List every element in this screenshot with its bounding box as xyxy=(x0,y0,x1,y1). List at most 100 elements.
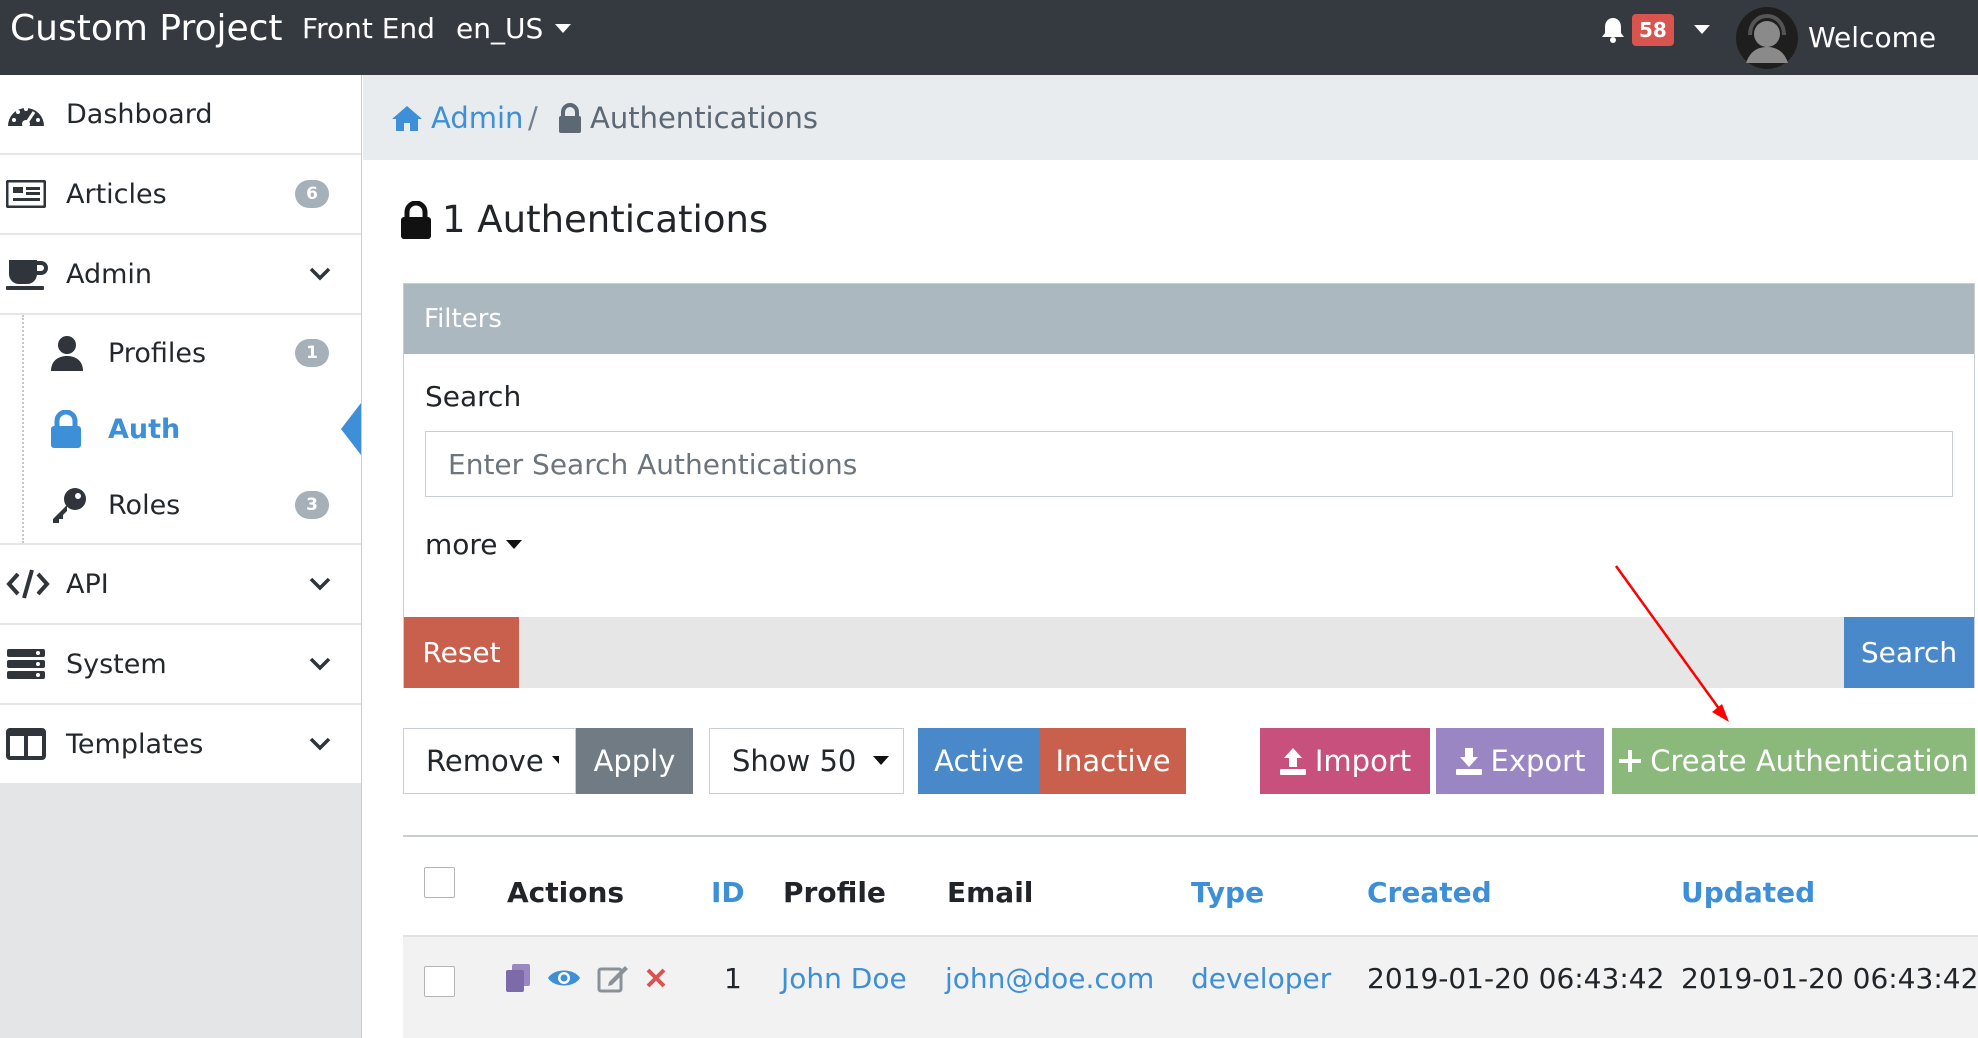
sidebar-item-label: API xyxy=(66,568,109,600)
cell-profile-link[interactable]: John Doe xyxy=(781,962,907,995)
reset-button[interactable]: Reset xyxy=(404,617,519,688)
caret-down-icon xyxy=(505,539,522,549)
sidebar-item-label: Templates xyxy=(66,728,204,760)
coffee-icon xyxy=(6,260,48,290)
active-indicator xyxy=(341,403,361,455)
count-badge: 3 xyxy=(295,491,329,519)
export-label: Export xyxy=(1490,744,1586,778)
admin-submenu: Profiles 1 Auth Roles 3 xyxy=(0,315,361,545)
sidebar-item-label: Admin xyxy=(66,258,153,290)
chevron-down-icon xyxy=(309,737,331,751)
count-badge: 1 xyxy=(295,339,329,367)
more-filters-toggle[interactable]: more xyxy=(425,528,522,561)
row-checkbox[interactable] xyxy=(424,966,455,997)
bulk-action-value: Remove xyxy=(426,744,544,778)
sidebar-item-dashboard[interactable]: Dashboard xyxy=(0,75,361,155)
sidebar-item-admin[interactable]: Admin xyxy=(0,235,361,315)
page-size-select[interactable]: Show 50 xyxy=(709,728,904,794)
chevron-down-icon xyxy=(309,657,331,671)
sidebar-item-auth[interactable]: Auth xyxy=(0,391,361,467)
sidebar-item-label: Dashboard xyxy=(66,98,213,130)
caret-down-icon xyxy=(873,756,889,765)
divider xyxy=(403,835,1978,837)
page-title: 1 Authentications xyxy=(400,198,768,241)
brand-title[interactable]: Custom Project xyxy=(10,8,283,49)
notifications-button[interactable]: 58 xyxy=(1600,14,1710,46)
welcome-label: Welcome xyxy=(1808,21,1937,54)
filters-footer: Reset Search xyxy=(404,617,1974,688)
cell-email-link[interactable]: john@doe.com xyxy=(945,962,1154,995)
sidebar-item-label: Articles xyxy=(66,178,167,210)
sidebar: Dashboard Articles 6 Admin Profiles 1 Au… xyxy=(0,75,362,1038)
page-title-text: 1 Authentications xyxy=(442,198,769,241)
download-icon xyxy=(1455,748,1482,775)
breadcrumb-home-link[interactable]: Admin xyxy=(391,101,523,135)
copy-icon[interactable] xyxy=(505,963,531,993)
caret-down-icon xyxy=(555,23,572,33)
page-size-value: Show 50 xyxy=(732,744,857,778)
search-label: Search xyxy=(425,380,522,413)
user-menu[interactable]: Welcome xyxy=(1736,0,1936,75)
export-button[interactable]: Export xyxy=(1436,728,1604,794)
bell-icon xyxy=(1602,18,1624,43)
top-navbar: Custom Project Front End en_US 58 Welcom… xyxy=(0,0,1978,75)
column-header-updated[interactable]: Updated xyxy=(1681,876,1815,909)
column-header-email: Email xyxy=(947,876,1034,909)
sidebar-item-articles[interactable]: Articles 6 xyxy=(0,155,361,235)
code-icon xyxy=(6,569,50,599)
home-icon xyxy=(392,105,422,131)
breadcrumb: Admin / Authentications xyxy=(363,75,1978,160)
lock-icon xyxy=(401,200,431,239)
chevron-down-icon xyxy=(309,267,331,281)
edit-icon[interactable] xyxy=(597,963,629,993)
eye-icon[interactable] xyxy=(547,966,581,990)
more-label: more xyxy=(425,528,498,561)
sidebar-item-label: System xyxy=(66,648,167,680)
caret-down-icon xyxy=(1693,25,1710,34)
column-header-type[interactable]: Type xyxy=(1191,876,1264,909)
apply-button[interactable]: Apply xyxy=(576,728,693,794)
cell-updated: 2019-01-20 06:43:42 xyxy=(1681,962,1978,995)
sidebar-item-profiles[interactable]: Profiles 1 xyxy=(0,315,361,391)
column-header-id[interactable]: ID xyxy=(711,876,745,909)
plus-icon xyxy=(1619,750,1642,772)
newspaper-icon xyxy=(6,180,46,208)
sidebar-nav: Dashboard Articles 6 Admin Profiles 1 Au… xyxy=(0,75,361,785)
speedometer-icon xyxy=(8,107,44,128)
sidebar-item-label: Roles xyxy=(108,489,181,521)
breadcrumb-current-label: Authentications xyxy=(590,100,818,135)
bulk-action-select[interactable]: Remove xyxy=(403,728,576,794)
sidebar-item-roles[interactable]: Roles 3 xyxy=(0,467,361,543)
column-header-profile: Profile xyxy=(783,876,886,909)
lock-icon xyxy=(559,102,581,133)
server-icon xyxy=(7,649,45,679)
sidebar-item-templates[interactable]: Templates xyxy=(0,705,361,785)
sidebar-item-label: Auth xyxy=(108,413,181,445)
select-all-checkbox[interactable] xyxy=(424,867,455,898)
avatar xyxy=(1736,6,1798,69)
import-label: Import xyxy=(1314,744,1412,778)
breadcrumb-separator: / xyxy=(528,100,538,135)
sidebar-item-api[interactable]: API xyxy=(0,545,361,625)
delete-icon[interactable] xyxy=(645,967,667,989)
active-filter-button[interactable]: Active xyxy=(918,728,1040,794)
column-header-actions: Actions xyxy=(507,876,625,909)
create-label: Create Authentication xyxy=(1650,744,1969,778)
locale-dropdown[interactable]: en_US xyxy=(456,12,572,45)
caret-down-icon xyxy=(551,756,559,765)
cell-id: 1 xyxy=(724,962,742,995)
search-input[interactable] xyxy=(425,431,1953,497)
cell-type-link[interactable]: developer xyxy=(1191,962,1331,995)
breadcrumb-home-label: Admin xyxy=(431,100,524,135)
filters-header: Filters xyxy=(404,284,1974,354)
inactive-filter-button[interactable]: Inactive xyxy=(1040,728,1186,794)
sidebar-item-system[interactable]: System xyxy=(0,625,361,705)
import-button[interactable]: Import xyxy=(1260,728,1430,794)
columns-icon xyxy=(6,728,46,760)
filters-card: Filters Search more Reset Search xyxy=(403,283,1975,688)
search-button[interactable]: Search xyxy=(1844,617,1974,688)
front-end-link[interactable]: Front End xyxy=(302,12,435,45)
create-authentication-button[interactable]: Create Authentication xyxy=(1612,728,1975,794)
column-header-created[interactable]: Created xyxy=(1367,876,1492,909)
locale-label: en_US xyxy=(456,12,544,45)
